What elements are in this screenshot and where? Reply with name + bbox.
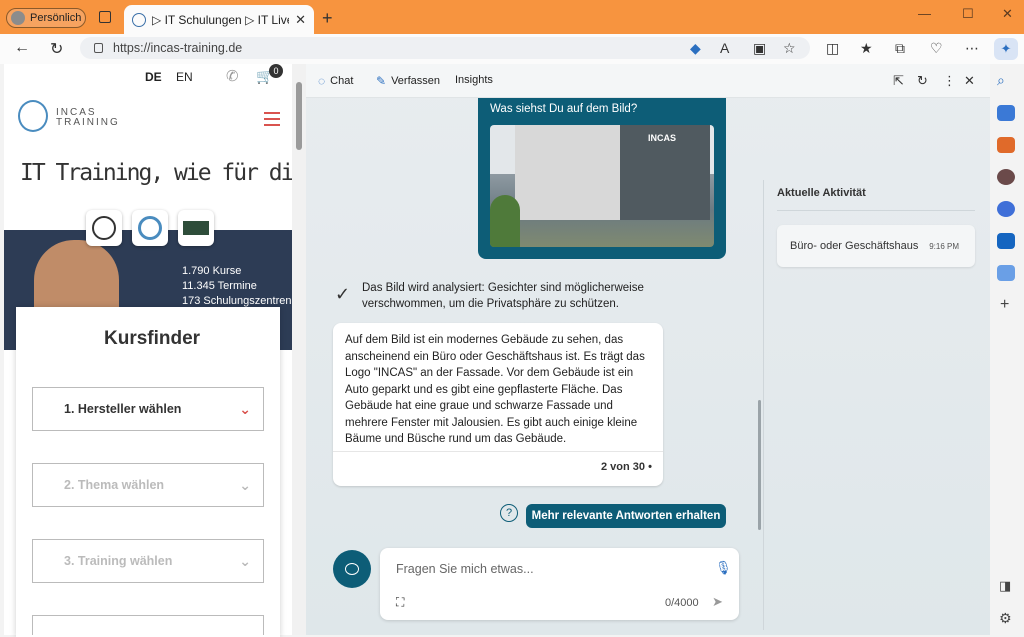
browser-tab[interactable]: ▷ IT Schulungen ▷ IT Live Onlin ✕	[124, 5, 314, 34]
tab-close-icon[interactable]: ✕	[295, 12, 306, 28]
back-icon[interactable]: ←	[14, 39, 30, 57]
chevron-down-icon: ⌄	[239, 552, 251, 569]
search-icon[interactable]: ⌕	[997, 72, 1015, 88]
chevron-down-icon: ⌄	[239, 476, 251, 493]
close-panel-icon[interactable]: ✕	[964, 73, 975, 89]
browser-essentials-icon[interactable]: ♡	[930, 40, 943, 57]
eeo-badge-icon	[86, 210, 122, 246]
award-badge-icon	[178, 210, 214, 246]
new-topic-icon	[345, 563, 359, 575]
split-screen-icon[interactable]: ◫	[826, 40, 839, 57]
tools-icon[interactable]	[997, 137, 1015, 153]
phone-icon[interactable]: ✆	[226, 67, 239, 85]
new-topic-button[interactable]	[333, 550, 371, 588]
uploaded-photo[interactable]: INCAS	[490, 125, 714, 247]
select-label: 2. Thema wählen	[64, 478, 165, 492]
tab-favicon-icon	[132, 12, 146, 27]
favorites-icon[interactable]: ★	[860, 40, 873, 57]
page-scrollbar-thumb[interactable]	[296, 82, 302, 150]
tab-title: ▷ IT Schulungen ▷ IT Live Onlin	[152, 12, 289, 27]
profile-button[interactable]: Persönlich	[6, 8, 86, 28]
stat-courses: 1.790 Kurse	[182, 265, 242, 277]
more-options-icon[interactable]: ⋮	[943, 73, 956, 89]
tag-icon[interactable]: ◆	[690, 40, 701, 57]
incas-logo[interactable]	[18, 100, 48, 132]
copilot-icon[interactable]: ✦	[994, 38, 1018, 60]
analysis-note: Das Bild wird analysiert: Gesichter sind…	[362, 282, 644, 310]
microphone-icon[interactable]: 🎙	[715, 560, 732, 576]
kursfinder-title: Kursfinder	[104, 328, 201, 349]
chat-input[interactable]	[394, 558, 694, 580]
select-training[interactable]: 3. Training wählen ⌄	[32, 539, 264, 583]
send-icon[interactable]: ➤	[712, 594, 723, 610]
immersive-reader-icon[interactable]: ▣	[753, 40, 766, 57]
lock-icon	[94, 43, 103, 53]
certification-badges	[86, 210, 214, 246]
activity-title: Aktuelle Aktivität	[777, 187, 866, 199]
cart-count-badge: 0	[269, 64, 283, 78]
microsoft365-icon[interactable]	[997, 201, 1015, 217]
response-counter: 2 von 30 •	[601, 461, 652, 473]
select-topic[interactable]: 2. Thema wählen ⌄	[32, 463, 264, 507]
open-new-tab-icon[interactable]: ⇱	[893, 73, 904, 89]
hamburger-menu-icon[interactable]	[264, 112, 280, 130]
avatar-icon	[11, 11, 25, 25]
panel-divider	[763, 180, 764, 630]
counter-text: 2 von 30	[601, 461, 646, 473]
collections-icon[interactable]: ⧉	[895, 40, 905, 57]
answer-divider	[333, 451, 663, 452]
tab-compose[interactable]: ✎ Verfassen	[376, 74, 440, 88]
sidebar-toggle-icon[interactable]: ◨	[999, 578, 1011, 594]
tab-insights[interactable]: Insights	[455, 74, 493, 86]
stats-list: 1.790 Kurse 11.345 Termine 173 Schulungs…	[182, 264, 291, 309]
select-label: 1. Hersteller wählen	[64, 402, 182, 416]
select-next[interactable]	[32, 615, 264, 635]
close-window-button[interactable]: ✕	[1002, 6, 1013, 22]
drop-icon[interactable]	[997, 265, 1015, 281]
settings-gear-icon[interactable]: ⚙	[999, 610, 1012, 627]
checkmark-icon: ✓	[335, 284, 351, 304]
tab-insights-label: Insights	[455, 74, 493, 86]
minimize-button[interactable]: —	[918, 6, 931, 21]
tab-chat-label: Chat	[330, 75, 354, 87]
tab-chat[interactable]: ◌ Chat	[318, 74, 353, 88]
chat-icon: ◌	[318, 74, 326, 88]
games-icon[interactable]	[997, 169, 1015, 185]
select-manufacturer[interactable]: 1. Hersteller wählen ⌄	[32, 387, 264, 431]
select-label: 3. Training wählen	[64, 554, 173, 568]
profile-label: Persönlich	[30, 12, 82, 24]
add-icon[interactable]: +	[1000, 296, 1009, 314]
compose-icon: ✎	[376, 74, 387, 88]
refresh-chat-icon[interactable]: ↻	[917, 73, 928, 89]
user-question: Was siehst Du auf dem Bild?	[490, 103, 638, 115]
logo-text: INCAS TRAINING	[56, 107, 120, 128]
activity-item-time: 9:16 PM	[929, 241, 959, 251]
more-icon[interactable]: ⋯	[965, 40, 979, 57]
char-count: 0/4000	[665, 597, 699, 609]
tab-actions-icon[interactable]	[99, 11, 111, 23]
lang-de-link[interactable]: DE	[145, 70, 162, 84]
rating-badge-icon	[132, 210, 168, 246]
photo-logo-text: INCAS	[648, 133, 677, 143]
activity-item-label: Büro- oder Geschäftshaus	[790, 240, 919, 252]
read-aloud-icon[interactable]: A	[720, 40, 729, 56]
lang-en-link[interactable]: EN	[176, 70, 193, 84]
url-text: https://incas-training.de	[113, 41, 243, 55]
answer-text: Auf dem Bild ist ein modernes Gebäude zu…	[345, 334, 645, 445]
stat-dates: 11.345 Termine	[182, 280, 257, 292]
maximize-button[interactable]: ☐	[962, 6, 974, 22]
outlook-icon[interactable]	[997, 233, 1015, 249]
chat-scrollbar[interactable]	[758, 400, 761, 530]
favorite-star-icon[interactable]: ☆	[783, 40, 796, 57]
chevron-down-icon: ⌄	[239, 400, 251, 417]
activity-item[interactable]: Büro- oder Geschäftshaus 9:16 PM	[777, 225, 975, 267]
more-answers-button[interactable]: Mehr relevante Antworten erhalten	[526, 504, 726, 528]
image-capture-icon[interactable]: ⛶	[396, 595, 404, 610]
shopping-icon[interactable]	[997, 105, 1015, 121]
new-tab-button[interactable]: +	[322, 8, 333, 29]
refresh-icon[interactable]: ↻	[50, 39, 63, 59]
help-question-icon[interactable]: ?	[500, 504, 518, 522]
tab-compose-label: Verfassen	[391, 75, 440, 87]
activity-divider	[777, 210, 975, 211]
